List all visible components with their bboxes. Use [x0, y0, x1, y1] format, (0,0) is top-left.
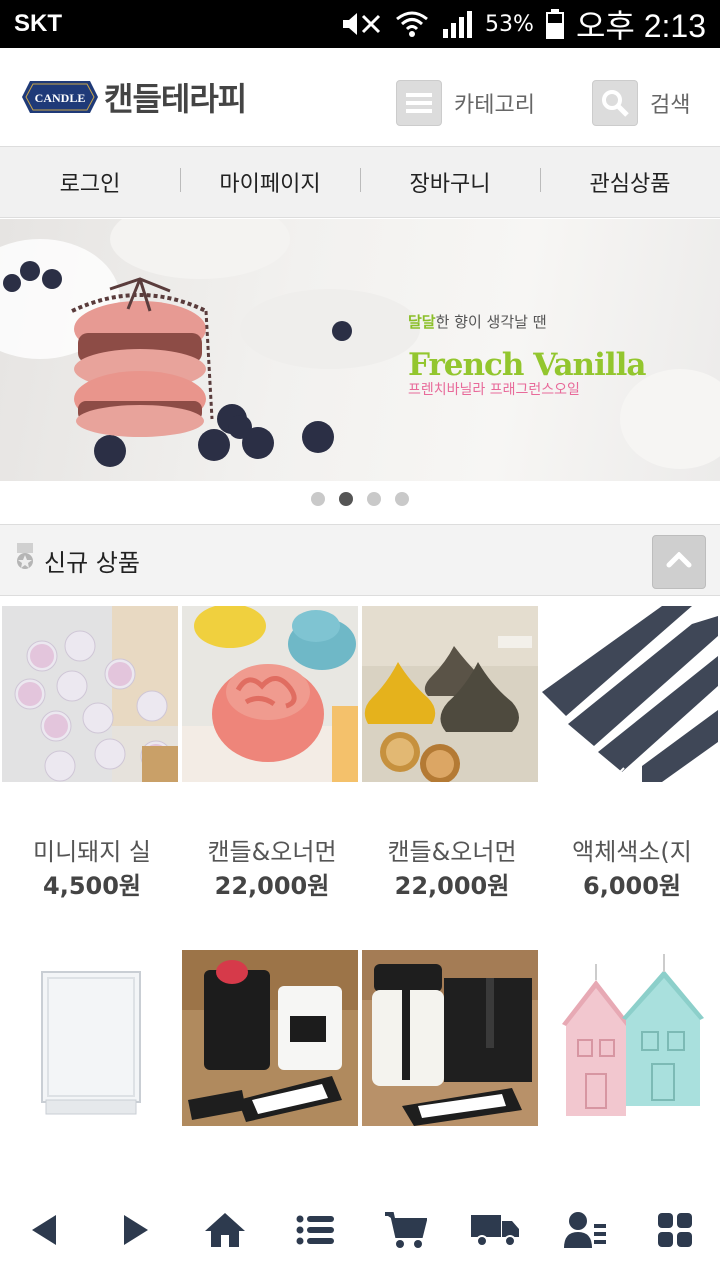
product-name[interactable]: 캔들&오너먼 [362, 832, 542, 867]
nav-mypage[interactable]: 마이페이지 [180, 166, 360, 198]
product-card[interactable]: 캔들&오너먼 22,000원 [182, 606, 360, 900]
back-icon[interactable] [15, 1200, 75, 1260]
logo-text[interactable]: 캔들테라피 [104, 74, 247, 120]
category-label: 카테고리 [454, 93, 535, 118]
product-image[interactable] [2, 606, 178, 782]
carousel-indicator [0, 492, 720, 506]
product-image[interactable] [182, 606, 358, 782]
product-price: 4,500원 [43, 872, 141, 900]
nav-cart[interactable]: 장바구니 [360, 166, 540, 198]
top-nav: 로그인 마이페이지 장바구니 관심상품 [0, 146, 720, 218]
product-image[interactable] [362, 950, 538, 1126]
promo-banner[interactable]: 달달한 향이 생각날 땐 French Vanilla 프렌치바닐라 프래그런스… [0, 219, 720, 481]
carousel-dot[interactable] [367, 492, 381, 506]
nav-wishlist[interactable]: 관심상품 [540, 166, 720, 198]
search-label: 검색 [650, 93, 691, 118]
wifi-icon [395, 9, 429, 39]
banner-tagline: 달달한 향이 생각날 땐 [408, 311, 547, 332]
logo-badge-text: CANDLE [35, 91, 86, 105]
product-card[interactable] [362, 950, 540, 1126]
status-bar: SKT 53% 오후 2:13 [0, 0, 720, 48]
section-title: 신규 상품 [44, 548, 140, 577]
scroll-top-button[interactable] [652, 535, 706, 589]
product-price: 6,000원 [583, 872, 681, 900]
bottom-nav [0, 1180, 720, 1280]
product-price: 22,000원 [214, 872, 330, 900]
cart-icon[interactable] [375, 1200, 435, 1260]
chevron-up-icon [666, 551, 692, 572]
product-image[interactable] [182, 950, 358, 1126]
clock: 오후 2:13 [575, 8, 706, 44]
menu-icon [396, 80, 442, 126]
product-name[interactable]: 미니돼지 실 [2, 832, 182, 867]
product-name[interactable]: 액체색소(지 [542, 832, 720, 867]
battery-icon [545, 9, 564, 39]
banner-subtitle: 프렌치바닐라 프래그런스오일 [408, 382, 580, 398]
product-price: 22,000원 [394, 872, 510, 900]
product-card[interactable] [182, 950, 360, 1126]
banner-title: French Vanilla [408, 347, 647, 383]
home-icon[interactable] [195, 1200, 255, 1260]
banner-tagline-highlight: 달달 [408, 313, 436, 331]
product-card[interactable] [2, 950, 180, 1126]
banner-tagline-rest: 한 향이 생각날 땐 [435, 313, 547, 331]
product-image[interactable] [542, 950, 718, 1126]
product-card[interactable]: 미니돼지 실 4,500원 [2, 606, 180, 900]
logo-badge[interactable]: CANDLE [22, 75, 98, 119]
mute-icon [339, 10, 383, 38]
delivery-truck-icon[interactable] [465, 1200, 525, 1260]
list-icon[interactable] [285, 1200, 345, 1260]
carousel-dot-active[interactable] [339, 492, 353, 506]
status-icons: 53% 오후 2:13 [339, 1, 706, 47]
search-icon [592, 80, 638, 126]
carousel-dot[interactable] [311, 492, 325, 506]
signal-icon [441, 9, 473, 39]
carrier-label: SKT [14, 10, 62, 37]
battery-percent: 53% [485, 11, 534, 37]
nav-login[interactable]: 로그인 [0, 166, 180, 198]
product-card[interactable] [542, 950, 720, 1126]
product-name[interactable]: 캔들&오너먼 [182, 832, 362, 867]
product-card[interactable]: 액체색소(지 6,000원 [542, 606, 720, 900]
grid-menu-icon[interactable] [645, 1200, 705, 1260]
category-button[interactable]: 카테고리 [396, 80, 535, 126]
product-card[interactable]: 캔들&오너먼 22,000원 [362, 606, 540, 900]
forward-icon[interactable] [105, 1200, 165, 1260]
search-button[interactable]: 검색 [592, 80, 690, 126]
product-image[interactable] [542, 606, 718, 782]
site-header: CANDLE 캔들테라피 카테고리 검색 [0, 48, 720, 146]
medal-icon [14, 543, 36, 577]
carousel-dot[interactable] [395, 492, 409, 506]
product-image[interactable] [2, 950, 178, 1126]
member-icon[interactable] [555, 1200, 615, 1260]
product-image[interactable] [362, 606, 538, 782]
new-products-header: 신규 상품 [0, 524, 720, 596]
